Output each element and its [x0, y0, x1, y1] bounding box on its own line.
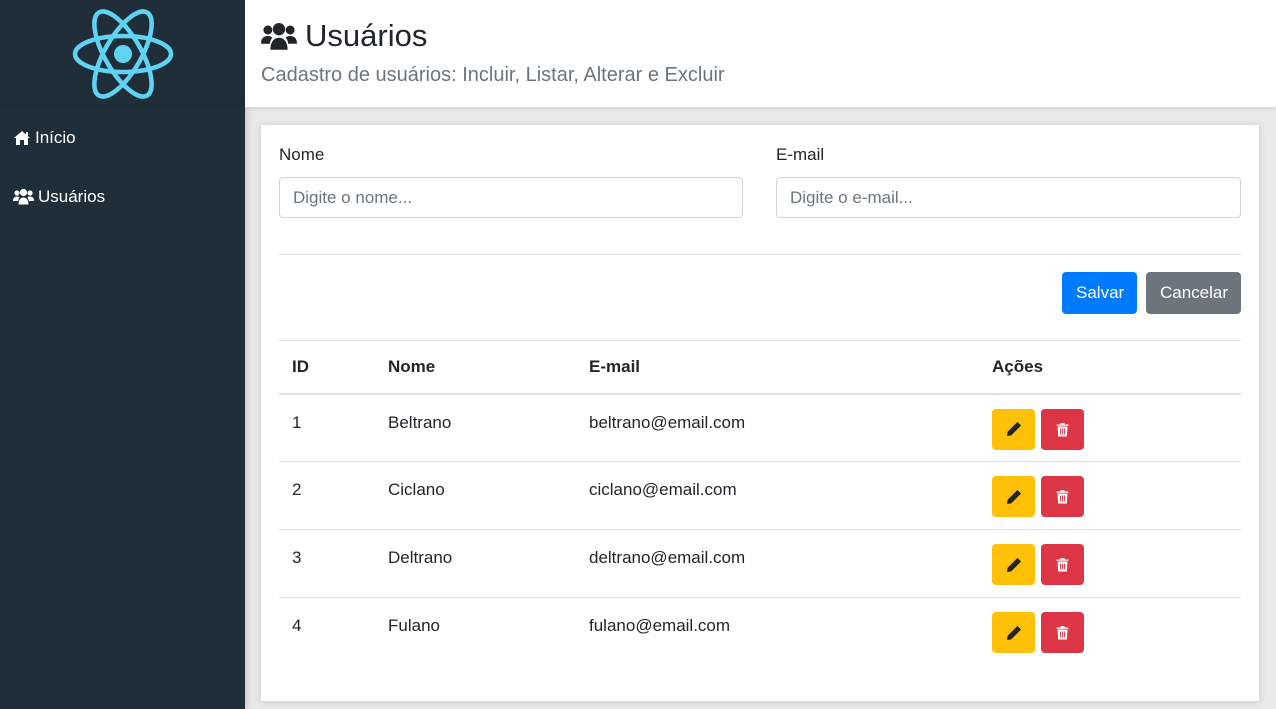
- cell-name: Beltrano: [375, 393, 576, 462]
- name-form-group: Nome: [279, 145, 743, 218]
- cell-name: Deltrano: [375, 529, 576, 598]
- edit-button[interactable]: [992, 476, 1035, 517]
- cell-id: 1: [279, 393, 375, 462]
- sidebar-item-inicio[interactable]: Início: [0, 108, 245, 167]
- column-header-nome: Nome: [375, 340, 576, 395]
- cell-actions: [979, 461, 1241, 530]
- home-icon: [13, 130, 31, 146]
- sidebar-item-usuarios[interactable]: Usuários: [0, 167, 245, 226]
- cell-actions: [979, 529, 1241, 598]
- table-row: 3 Deltrano deltrano@email.com: [279, 529, 1241, 598]
- page-subtitle: Cadastro de usuários: Incluir, Listar, A…: [261, 64, 725, 86]
- delete-button[interactable]: [1041, 612, 1084, 653]
- pencil-icon: [1006, 489, 1021, 504]
- email-form-group: E-mail: [776, 145, 1241, 218]
- main-card: Nome E-mail Salvar Cancelar ID Nome E-ma…: [261, 125, 1259, 701]
- cell-email: fulano@email.com: [589, 616, 731, 635]
- pencil-icon: [1006, 625, 1021, 640]
- cell-email: deltrano@email.com: [576, 529, 979, 598]
- logo-area: [0, 0, 245, 107]
- page-header: Usuários Cadastro de usuários: Incluir, …: [245, 0, 1276, 107]
- name-label: Nome: [279, 145, 325, 164]
- react-atom-icon: [72, 8, 173, 99]
- trash-icon: [1056, 558, 1069, 572]
- email-label: E-mail: [776, 145, 825, 164]
- cell-actions: [979, 393, 1241, 462]
- table-row: 1 Beltrano beltrano@email.com: [279, 393, 1241, 462]
- users-icon: [13, 188, 34, 205]
- delete-button[interactable]: [1041, 544, 1084, 585]
- page-title: Usuários: [305, 18, 428, 53]
- edit-button[interactable]: [992, 408, 1035, 450]
- cell-actions: [979, 598, 1241, 666]
- cell-email: beltrano@email.com: [576, 393, 979, 462]
- cell-name: Fulano: [388, 616, 440, 635]
- table-row: 2 Ciclano ciclano@email.com: [279, 461, 1241, 530]
- cell-id: 3: [279, 529, 375, 598]
- form-divider: [279, 254, 1241, 255]
- trash-icon: [1056, 626, 1069, 640]
- edit-button[interactable]: [992, 544, 1035, 585]
- name-input[interactable]: [279, 177, 743, 218]
- email-input[interactable]: [776, 177, 1241, 218]
- delete-button[interactable]: [1041, 476, 1084, 517]
- sidebar: Início Usuários: [0, 107, 245, 709]
- cancel-button[interactable]: Cancelar: [1146, 272, 1241, 314]
- delete-button[interactable]: [1041, 408, 1084, 450]
- sidebar-item-label: Início: [35, 127, 76, 147]
- save-button[interactable]: Salvar: [1062, 272, 1137, 314]
- column-header-id: ID: [279, 340, 375, 395]
- column-header-acoes: Ações: [979, 340, 1241, 395]
- cell-id: 4: [292, 616, 302, 635]
- trash-icon: [1056, 490, 1069, 504]
- users-icon: [261, 21, 297, 51]
- pencil-icon: [1006, 557, 1021, 572]
- pencil-icon: [1006, 421, 1021, 436]
- sidebar-item-label: Usuários: [38, 186, 106, 206]
- users-table: ID Nome E-mail Ações 1 Beltrano beltrano…: [279, 340, 1241, 666]
- cell-name: Ciclano: [375, 461, 576, 530]
- edit-button[interactable]: [992, 612, 1035, 653]
- form-actions: Salvar Cancelar: [279, 272, 1241, 314]
- trash-icon: [1056, 422, 1069, 436]
- table-header-row: ID Nome E-mail Ações: [279, 340, 1241, 395]
- user-form: Nome E-mail: [279, 145, 1241, 218]
- table-row: 4 Fulano fulano@email.com: [279, 598, 1241, 666]
- cell-email: ciclano@email.com: [576, 461, 979, 530]
- column-header-email: E-mail: [576, 340, 979, 395]
- cell-id: 2: [279, 461, 375, 530]
